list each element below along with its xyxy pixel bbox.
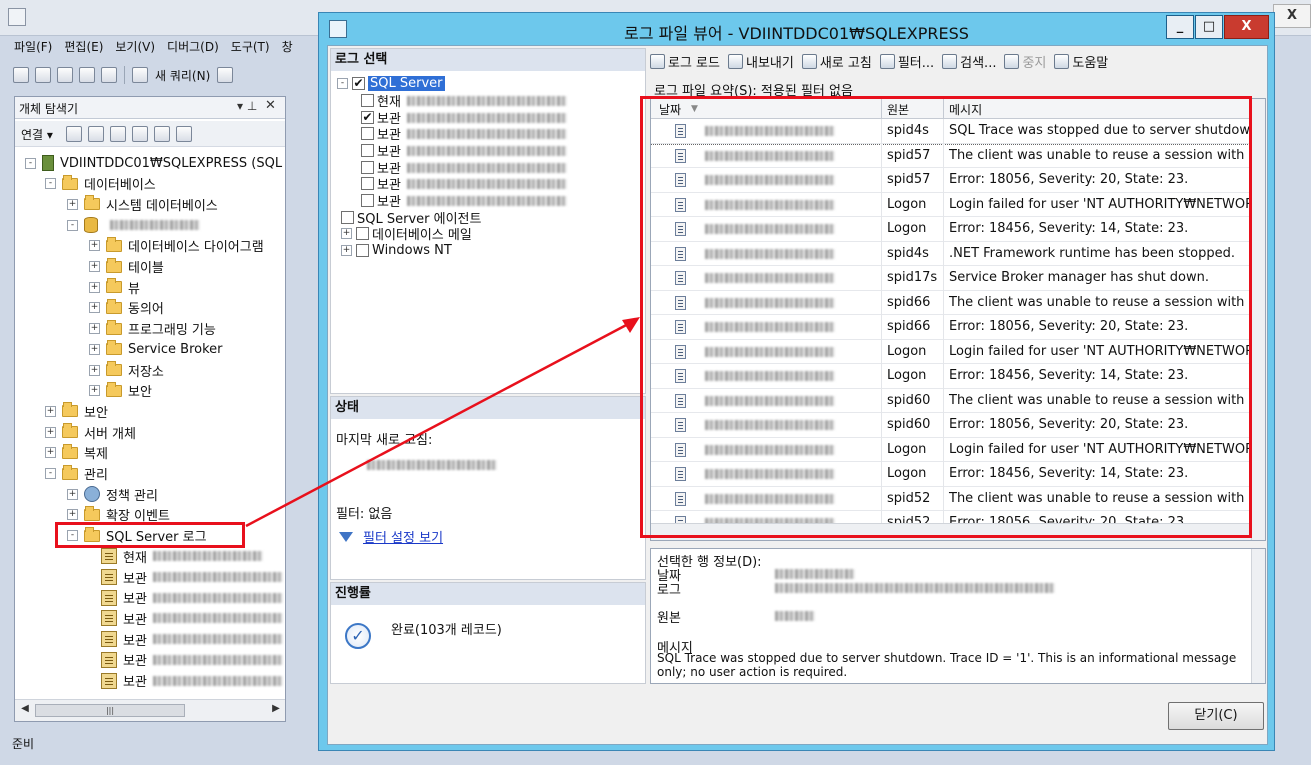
annotation-arrow: [245, 317, 640, 528]
arrow-line: [245, 320, 633, 528]
